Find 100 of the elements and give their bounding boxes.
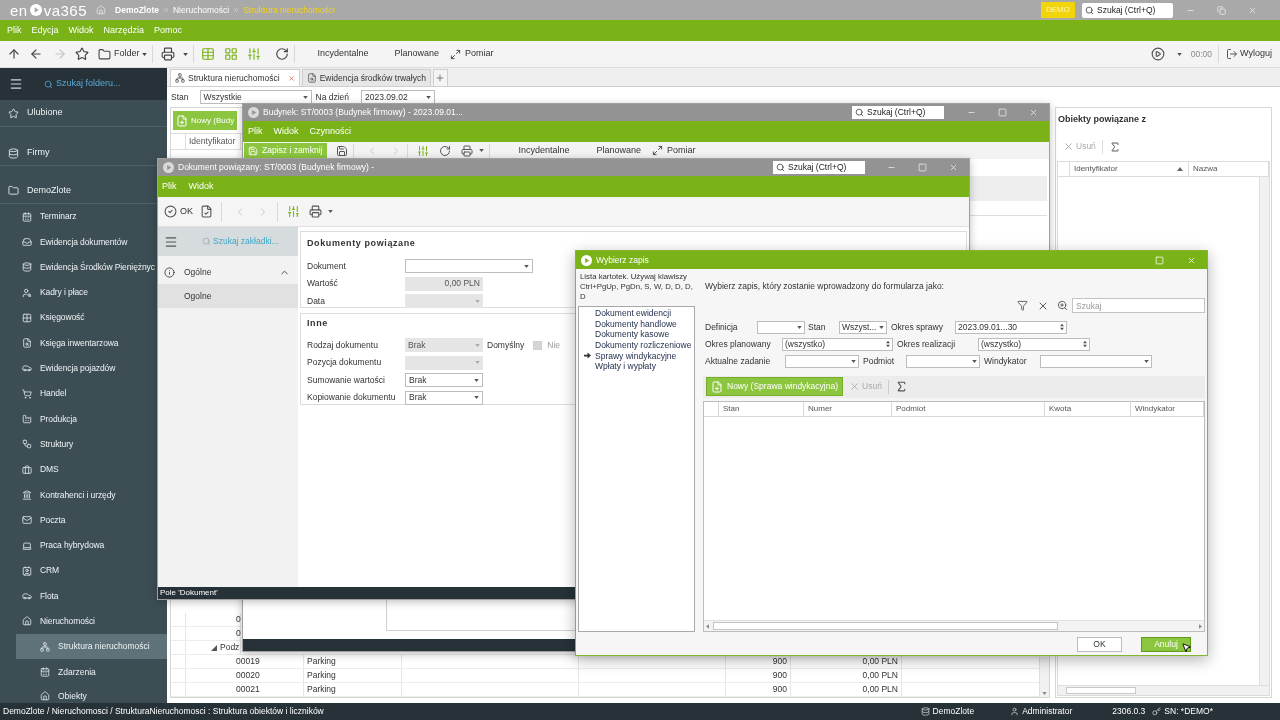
select-field[interactable]: Brak: [405, 390, 483, 405]
sidebar-item[interactable]: Firmy: [0, 141, 157, 165]
sidebar-item[interactable]: Praca hybrydowa: [0, 532, 157, 559]
navigation-item[interactable]: Ogolne: [158, 284, 298, 308]
toolbar-button[interactable]: Incydentalne: [518, 143, 570, 158]
select-field[interactable]: [405, 259, 533, 274]
maximize-icon[interactable]: [918, 163, 927, 172]
toolbar-button[interactable]: Pomiar: [652, 143, 696, 158]
refresh-icon[interactable]: [274, 47, 289, 61]
close-icon[interactable]: [1248, 5, 1257, 15]
filter-icon[interactable]: [1017, 300, 1028, 312]
sidebar-item[interactable]: CRM: [0, 558, 157, 584]
sidebar-item[interactable]: Terminarz: [0, 204, 157, 230]
sidebar-item[interactable]: Kadry i płace: [0, 279, 157, 306]
sidebar-item[interactable]: Ewidencja pojazdów: [0, 355, 157, 382]
sliders-icon[interactable]: [246, 47, 261, 61]
close-icon[interactable]: [1029, 108, 1038, 117]
scrollbar-thumb[interactable]: [713, 622, 1058, 630]
sidebar-item[interactable]: Poczta: [0, 507, 157, 533]
sigma-icon[interactable]: [1108, 140, 1121, 153]
sidebar-item[interactable]: Ewidencja dokumentów: [0, 229, 157, 255]
filter-select[interactable]: [906, 354, 980, 368]
add-tab-button[interactable]: [432, 69, 448, 86]
tab[interactable]: Struktura nieruchomości: [170, 69, 300, 86]
list-item[interactable]: Dokumenty rozliczeniowe: [579, 339, 694, 351]
column-header[interactable]: Nazwa: [1189, 161, 1269, 176]
sidebar-item[interactable]: Handel: [0, 381, 157, 407]
star-icon[interactable]: [75, 47, 89, 61]
sidebar-item[interactable]: Zdarzenia: [16, 659, 167, 685]
close-icon[interactable]: [949, 163, 958, 172]
zoom-search-icon[interactable]: [1057, 300, 1068, 312]
folder-search-field[interactable]: Szukaj folderu...: [44, 77, 156, 91]
grid-icon[interactable]: [223, 47, 238, 61]
sidebar-item[interactable]: Księga inwentarzowa: [0, 330, 157, 356]
column-header[interactable]: Windykator: [1131, 401, 1204, 416]
file-check-icon[interactable]: [200, 205, 213, 218]
list-item[interactable]: Dokumenty kasowe: [579, 329, 694, 340]
logout-button[interactable]: Wyloguj: [1226, 47, 1272, 61]
toolbar-button[interactable]: Planowane: [596, 143, 642, 158]
search-field[interactable]: Szukaj (Ctrl+Q): [852, 106, 944, 119]
sidebar-item[interactable]: Księgowość: [0, 305, 157, 331]
table-icon[interactable]: [200, 47, 215, 61]
scroll-left-icon[interactable]: [706, 623, 709, 629]
dialog-button[interactable]: OK: [1077, 637, 1122, 652]
sidebar-item[interactable]: DMS: [0, 456, 157, 483]
sidebar-item[interactable]: Ewidencja Środków Pieniężnyc: [0, 254, 157, 280]
filter-select[interactable]: [1040, 354, 1152, 368]
sidebar-item[interactable]: Obiekty: [16, 684, 167, 703]
sidebar-item[interactable]: Ulubione: [0, 100, 157, 126]
sidebar-item[interactable]: Nieruchomości: [0, 608, 157, 635]
tab-search-field[interactable]: Szukaj zakładki...: [202, 235, 293, 248]
refresh-icon[interactable]: [439, 144, 452, 157]
play-icon[interactable]: [1150, 47, 1165, 61]
filter-select[interactable]: Wszyst...: [839, 320, 887, 334]
column-header[interactable]: Podmiot: [892, 401, 1045, 416]
maximize-icon[interactable]: [998, 108, 1007, 117]
column-header[interactable]: Identyfikator: [186, 134, 241, 149]
scrollbar-thumb[interactable]: [1066, 687, 1136, 694]
printer-icon[interactable]: [160, 47, 175, 61]
folder-button[interactable]: Folder: [98, 47, 147, 61]
navigation-group[interactable]: Ogólne: [158, 260, 298, 284]
list-item[interactable]: Dokument ewidencji: [579, 308, 694, 319]
printer-icon[interactable]: [309, 205, 322, 218]
menu-icon[interactable]: [9, 77, 23, 91]
close-icon[interactable]: [287, 74, 295, 82]
scroll-down-icon[interactable]: [1042, 692, 1047, 695]
sidebar-item[interactable]: Kontrahenci i urzędy: [0, 482, 157, 508]
toolbar-button[interactable]: Planowane: [394, 47, 440, 61]
sidebar-item[interactable]: Struktury: [0, 431, 157, 457]
sidebar-item[interactable]: Flota: [0, 583, 157, 609]
period-field[interactable]: (wszystko): [782, 337, 893, 351]
period-field[interactable]: (wszystko): [978, 337, 1090, 351]
search-field[interactable]: Szukaj: [1072, 298, 1205, 314]
sidebar-item[interactable]: Struktura nieruchomości: [16, 634, 167, 660]
sliders-icon[interactable]: [287, 205, 300, 218]
toolbar-button[interactable]: Pomiar: [450, 47, 494, 61]
column-header[interactable]: Kwota: [1045, 401, 1131, 416]
search-field[interactable]: Szukaj (Ctrl+Q): [1082, 2, 1173, 18]
select-field[interactable]: Brak: [405, 373, 483, 388]
search-field[interactable]: Szukaj (Ctrl+Q): [773, 161, 865, 174]
sidebar-item[interactable]: DemoZlote: [0, 178, 157, 203]
list-item[interactable]: Dokumenty handlowe: [579, 318, 694, 330]
filter-select[interactable]: [785, 354, 859, 368]
group-row[interactable]: Podz: [186, 641, 241, 654]
ok-button[interactable]: OK: [164, 204, 193, 219]
printer-icon[interactable]: [461, 144, 474, 157]
home-icon[interactable]: [96, 5, 107, 15]
sliders-icon[interactable]: [417, 144, 430, 157]
tab[interactable]: Ewidencja środków trwałych: [301, 69, 431, 86]
menu-icon[interactable]: [164, 234, 178, 249]
column-header[interactable]: Numer: [804, 401, 892, 416]
list-item[interactable]: Wpłaty i wypłaty: [579, 360, 694, 372]
filter-select[interactable]: [757, 320, 805, 334]
list-item[interactable]: Sprawy windykacyjne: [579, 350, 694, 361]
column-header[interactable]: Stan: [719, 401, 804, 416]
sidebar-item[interactable]: Produkcja: [0, 406, 157, 432]
scroll-right-icon[interactable]: [1199, 623, 1202, 629]
period-field[interactable]: 2023.09.01...30: [955, 320, 1067, 334]
floppy-icon[interactable]: [336, 144, 349, 157]
column-header[interactable]: Identyfikator: [1070, 161, 1189, 176]
